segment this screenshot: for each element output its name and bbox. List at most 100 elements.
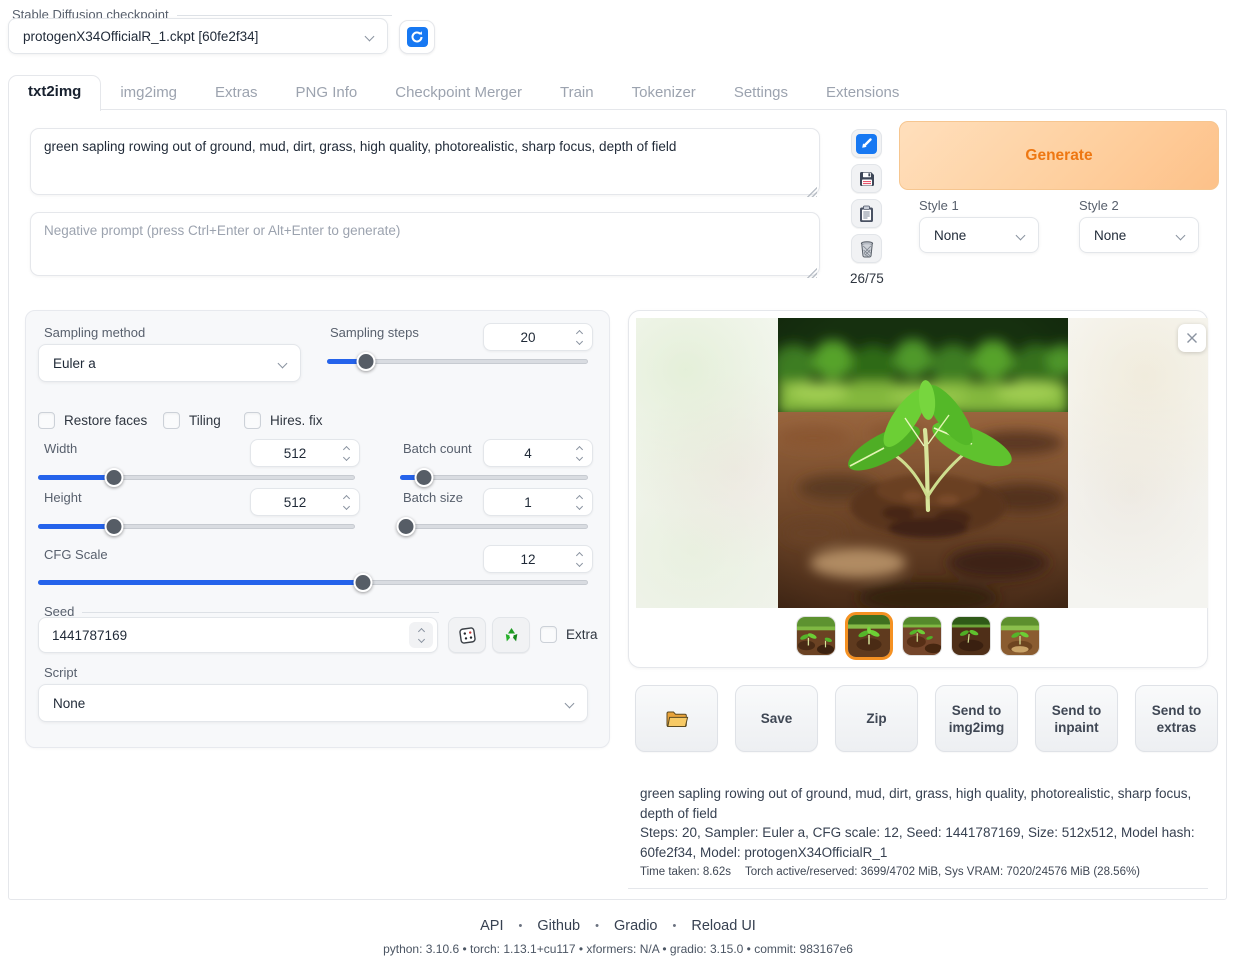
extra-seed-checkbox[interactable]: Extra	[540, 626, 598, 643]
height-label: Height	[44, 490, 82, 505]
height-input[interactable]: 512	[250, 488, 360, 516]
gallery-thumbnail-2-selected[interactable]	[845, 612, 893, 660]
cfg-scale-slider[interactable]	[38, 572, 588, 592]
close-gallery-button[interactable]	[1178, 324, 1206, 352]
footer-link-github[interactable]: Github	[537, 918, 580, 934]
output-actions: Save Zip Send to img2img Send to inpaint…	[635, 685, 1218, 752]
footer-link-api[interactable]: API	[480, 918, 503, 934]
folder-icon	[665, 709, 689, 729]
width-slider[interactable]	[38, 467, 355, 487]
send-to-inpaint-button[interactable]: Send to inpaint	[1035, 685, 1118, 752]
chevron-down-icon	[565, 698, 575, 708]
stepper[interactable]	[572, 496, 592, 509]
sampling-method-label: Sampling method	[44, 325, 145, 340]
stepper[interactable]	[572, 331, 592, 344]
width-input[interactable]: 512	[250, 439, 360, 467]
paste-generation-params-button[interactable]	[851, 129, 882, 158]
close-icon	[1186, 332, 1198, 344]
time-taken: Time taken: 8.62s	[640, 866, 731, 878]
gallery-thumbnail-1[interactable]	[796, 616, 836, 656]
batch-size-input[interactable]: 1	[483, 488, 593, 516]
stepper[interactable]	[339, 447, 359, 460]
sampling-steps-slider[interactable]	[327, 351, 588, 371]
gallery-thumbnail-5[interactable]	[1000, 616, 1040, 656]
batch-size-label: Batch size	[403, 490, 463, 505]
height-slider[interactable]	[38, 516, 355, 536]
width-label: Width	[44, 441, 77, 456]
stepper[interactable]	[572, 553, 592, 566]
open-folder-button[interactable]	[635, 685, 718, 752]
tab-checkpoint-merger[interactable]: Checkpoint Merger	[376, 77, 541, 110]
footer-versions: python: 3.10.6 • torch: 1.13.1+cu117 • x…	[0, 942, 1236, 956]
stepper[interactable]	[572, 447, 592, 460]
save-style-button[interactable]	[851, 164, 882, 193]
script-label: Script	[44, 665, 77, 680]
app-root: Stable Diffusion checkpoint protogenX34O…	[0, 0, 1236, 966]
prompt-input[interactable]: green sapling rowing out of ground, mud,…	[30, 128, 820, 195]
generation-info: green sapling rowing out of ground, mud,…	[628, 780, 1208, 889]
sampling-steps-label: Sampling steps	[330, 325, 419, 340]
clear-prompt-button[interactable]	[851, 234, 882, 263]
tab-img2img[interactable]: img2img	[101, 77, 196, 110]
checkpoint-select[interactable]: protogenX34OfficialR_1.ckpt [60fe2f34]	[8, 18, 388, 54]
style1-label: Style 1	[919, 198, 959, 213]
refresh-checkpoints-button[interactable]	[399, 20, 435, 54]
zip-button[interactable]: Zip	[835, 685, 918, 752]
gallery-blur-left	[636, 318, 778, 608]
tab-extras[interactable]: Extras	[196, 77, 277, 110]
tab-png-info[interactable]: PNG Info	[277, 77, 377, 110]
footer-links: API • Github • Gradio • Reload UI	[0, 918, 1236, 934]
restore-faces-checkbox[interactable]: Restore faces	[38, 412, 147, 429]
batch-count-slider[interactable]	[400, 467, 588, 487]
reuse-seed-button[interactable]	[492, 617, 530, 653]
batch-size-slider[interactable]	[400, 516, 588, 536]
random-seed-button[interactable]	[448, 617, 486, 653]
script-select[interactable]: None	[38, 684, 588, 722]
vram-stats: Torch active/reserved: 3699/4702 MiB, Sy…	[745, 866, 1140, 878]
cfg-scale-label: CFG Scale	[44, 547, 108, 562]
batch-count-label: Batch count	[403, 441, 472, 456]
chevron-down-icon	[365, 31, 375, 41]
apply-styles-button[interactable]	[851, 199, 882, 228]
recycle-icon	[502, 626, 521, 645]
seed-input[interactable]: 1441787169	[38, 617, 438, 653]
token-counter: 26/75	[850, 271, 884, 286]
trash-icon	[859, 240, 875, 258]
stepper[interactable]	[339, 496, 359, 509]
tab-tokenizer[interactable]: Tokenizer	[613, 77, 715, 110]
chevron-down-icon	[1016, 230, 1026, 240]
send-to-extras-button[interactable]: Send to extras	[1135, 685, 1218, 752]
stepper[interactable]	[409, 622, 433, 648]
cfg-scale-input[interactable]: 12	[483, 545, 593, 573]
hires-fix-checkbox[interactable]: Hires. fix	[244, 412, 323, 429]
dice-icon	[458, 626, 477, 645]
tab-extensions[interactable]: Extensions	[807, 77, 918, 110]
footer-link-gradio[interactable]: Gradio	[614, 918, 658, 934]
style2-label: Style 2	[1079, 198, 1119, 213]
refresh-icon	[407, 27, 428, 47]
floppy-disk-icon	[858, 170, 876, 188]
sampling-method-select[interactable]: Euler a	[38, 344, 301, 382]
tab-train[interactable]: Train	[541, 77, 613, 110]
generated-image[interactable]	[778, 318, 1068, 608]
footer-link-reload-ui[interactable]: Reload UI	[691, 918, 755, 934]
save-button[interactable]: Save	[735, 685, 818, 752]
clipboard-icon	[858, 205, 875, 223]
main-tabs: txt2img img2img Extras PNG Info Checkpoi…	[8, 75, 918, 110]
gallery-thumbnail-4[interactable]	[951, 616, 991, 656]
send-to-img2img-button[interactable]: Send to img2img	[935, 685, 1018, 752]
checkpoint-value: protogenX34OfficialR_1.ckpt [60fe2f34]	[23, 29, 258, 44]
tab-settings[interactable]: Settings	[715, 77, 807, 110]
negative-prompt-input[interactable]	[30, 212, 820, 276]
gallery-thumbnail-3[interactable]	[902, 616, 942, 656]
batch-count-input[interactable]: 4	[483, 439, 593, 467]
generation-info-params: Steps: 20, Sampler: Euler a, CFG scale: …	[640, 823, 1196, 862]
style1-select[interactable]: None	[919, 217, 1039, 253]
generate-button[interactable]: Generate	[899, 121, 1219, 190]
style2-select[interactable]: None	[1079, 217, 1199, 253]
chevron-down-icon	[278, 358, 288, 368]
sampling-steps-input[interactable]: 20	[483, 323, 593, 351]
generation-info-prompt: green sapling rowing out of ground, mud,…	[640, 784, 1196, 823]
tiling-checkbox[interactable]: Tiling	[163, 412, 221, 429]
tab-txt2img[interactable]: txt2img	[8, 75, 101, 111]
